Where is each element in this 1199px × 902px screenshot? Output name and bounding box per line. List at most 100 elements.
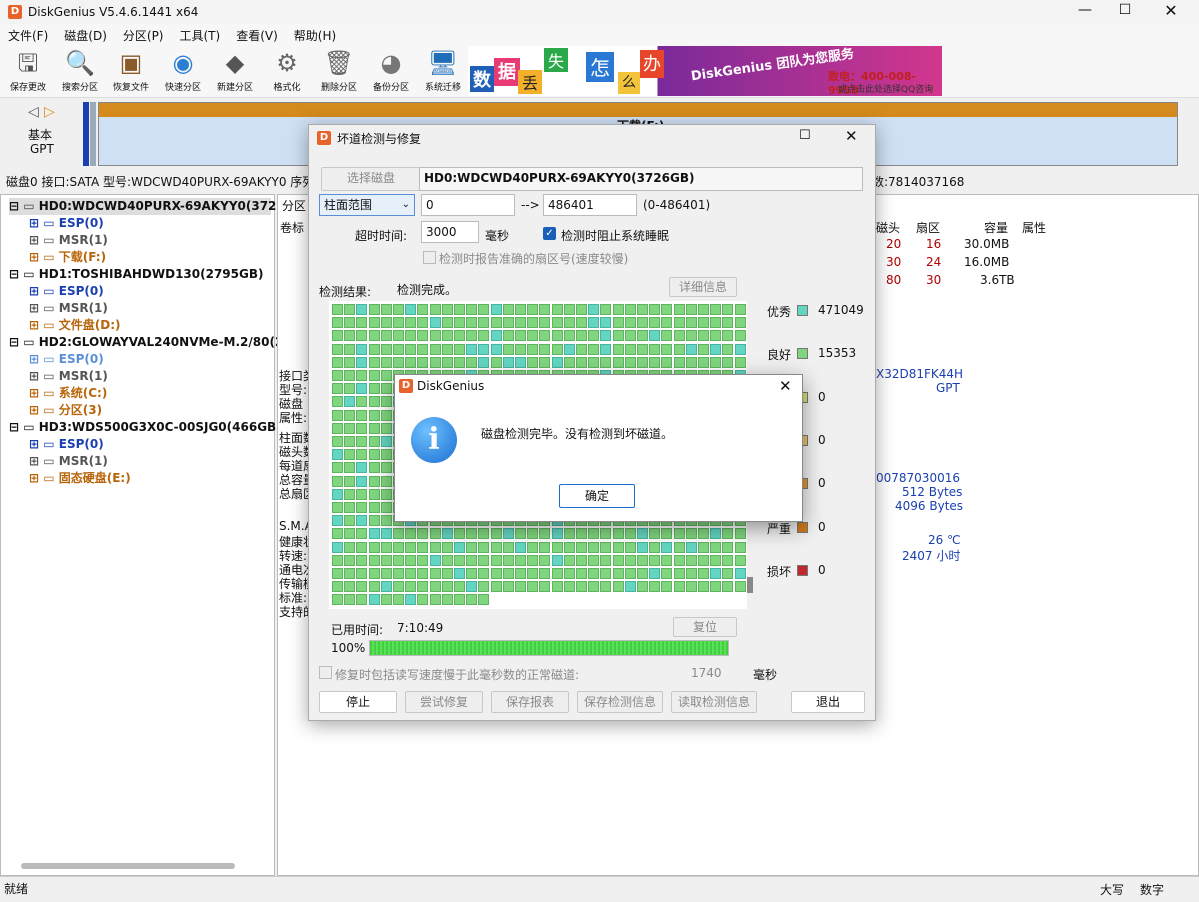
ad-banner[interactable]: 数 据 丢 失 怎 么 办 DiskGenius 团队为您服务 致电：400-0… [468,46,942,96]
search-partition-button[interactable]: 🔍 搜索分区 [55,48,105,93]
try-repair-button[interactable]: 尝试修复 [405,691,483,713]
slow-tracks-checkbox[interactable] [319,666,332,679]
scan-cell [661,581,673,593]
scan-cell [393,356,404,368]
tree-part-msr[interactable]: ⊞ ▭ MSR(1) [29,368,108,385]
dialog-maximize-icon[interactable]: ☐ [799,128,811,143]
scan-cell [710,554,722,566]
tree-part-download[interactable]: ⊞ ▭ 下载(F:) [29,249,106,266]
next-disk-icon[interactable]: ▷ [44,104,55,120]
read-scan-info-button[interactable]: 读取检测信息 [671,691,757,713]
tab-partitions[interactable]: 分区 [282,197,306,214]
scan-cell [637,528,648,540]
scan-cell [637,541,648,553]
tree-part-files[interactable]: ⊞ ▭ 文件盘(D:) [29,317,120,334]
scan-cell [673,356,685,368]
scan-cell [551,581,563,593]
close-icon[interactable]: ✕ [1156,1,1186,20]
stop-button[interactable]: 停止 [319,691,397,713]
save-scan-info-button[interactable]: 保存检测信息 [577,691,663,713]
tree-label: MSR(1) [58,454,108,468]
menu-tools[interactable]: 工具(T) [172,24,229,44]
menu-partition[interactable]: 分区(P) [115,24,172,44]
msgbox-close-icon[interactable]: ✕ [779,377,792,395]
range-from-input[interactable]: 0 [421,194,515,216]
tree-part-esp[interactable]: ⊞ ▭ ESP(0) [29,283,104,300]
tree-part-esp[interactable]: ⊞ ▭ ESP(0) [29,215,104,232]
details-button[interactable]: 详细信息 [669,277,737,297]
legend-label: 损坏 [767,564,792,579]
scan-cell [710,304,722,315]
new-partition-button[interactable]: ◆ 新建分区 [210,48,260,93]
tree-disk-hd0[interactable]: ⊟ ▭ HD0:WDCWD40PURX-69AKYY0(3726 [9,198,285,215]
scan-cell [685,304,697,315]
format-button[interactable]: ⚙ 格式化 [262,48,312,93]
scan-cell [734,541,746,553]
msr-partition-segment[interactable] [90,102,96,166]
range-type-select[interactable]: 柱面范围 ⌄ [319,194,415,216]
scan-cell [600,554,612,566]
tree-part-esp[interactable]: ⊞ ▭ ESP(0) [29,436,104,453]
scan-cell [673,541,685,553]
scan-cell [527,541,539,553]
recover-files-button[interactable]: ▣ 恢复文件 [106,48,156,93]
tree-disk-hd1[interactable]: ⊟ ▭ HD1:TOSHIBAHDWD130(2795GB) [9,266,264,283]
tree-part-ssd[interactable]: ⊞ ▭ 固态硬盘(E:) [29,470,131,487]
tree-disk-hd3[interactable]: ⊟ ▭ HD3:WDS500G3X0C-00SJG0(466GB) [9,419,282,436]
layers-icon: ◆ [225,49,245,77]
menu-disk[interactable]: 磁盘(D) [56,24,115,44]
select-disk-button[interactable]: 选择磁盘 [321,167,421,191]
save-changes-button[interactable]: 🖫 保存更改 [3,48,53,93]
col-heads: 磁头 [876,221,901,235]
scan-cell [380,330,392,342]
tree-label: HD3:WDS500G3X0C-00SJG0(466GB) [38,420,282,434]
scan-cell [685,568,697,579]
delete-partition-button[interactable]: 🗑 删除分区 [314,48,364,93]
tree-part-msr[interactable]: ⊞ ▭ MSR(1) [29,232,108,249]
tree-scrollbar[interactable] [21,863,235,869]
scan-cell [698,343,709,355]
scan-cell [563,343,575,355]
scan-cell [734,317,746,329]
reset-button[interactable]: 复位 [673,617,737,637]
scan-cell [368,462,380,474]
quick-partition-button[interactable]: ◉ 快速分区 [158,48,208,93]
tree-part-msr[interactable]: ⊞ ▭ MSR(1) [29,300,108,317]
grid-scrollbar[interactable] [747,577,753,593]
scan-cell [380,304,392,315]
scan-cell [454,541,465,553]
maximize-icon[interactable]: ☐ [1110,2,1140,18]
tree-part-3[interactable]: ⊞ ▭ 分区(3) [29,402,102,419]
ok-button[interactable]: 确定 [559,484,635,508]
tree-part-msr[interactable]: ⊞ ▭ MSR(1) [29,453,108,470]
scan-cell [344,330,356,342]
scan-cell [332,554,343,566]
prevent-sleep-checkbox[interactable]: ✓ [543,227,556,240]
timeout-input[interactable]: 3000 [421,221,479,243]
backup-partition-button[interactable]: ◕ 备份分区 [366,48,416,93]
scan-cell [685,330,697,342]
menu-help[interactable]: 帮助(H) [286,24,344,44]
minimize-icon[interactable]: — [1070,2,1100,18]
scan-cell [637,581,648,593]
prev-disk-icon[interactable]: ◁ [28,104,39,120]
menu-file[interactable]: 文件(F) [0,24,56,44]
scan-cell [368,409,380,421]
scan-cell [734,330,746,342]
menu-view[interactable]: 查看(V) [228,24,286,44]
scan-cell [722,541,734,553]
scan-cell [600,356,612,368]
scan-cell [344,370,356,381]
esp-partition-segment[interactable] [83,102,89,166]
scan-cell [429,594,441,606]
report-sector-checkbox[interactable] [423,251,436,264]
dialog-close-icon[interactable]: ✕ [845,127,858,145]
save-report-button[interactable]: 保存报表 [491,691,569,713]
scan-cell [380,356,392,368]
system-migrate-button[interactable]: 🖥 系统迁移 [418,48,468,93]
tree-part-esp[interactable]: ⊞ ▭ ESP(0) [29,351,104,368]
range-to-input[interactable]: 486401 [543,194,637,216]
tree-disk-hd2[interactable]: ⊟ ▭ HD2:GLOWAYVAL240NVMe-M.2/80(2 [9,334,283,351]
exit-button[interactable]: 退出 [791,691,865,713]
tree-part-system[interactable]: ⊞ ▭ 系统(C:) [29,385,107,402]
